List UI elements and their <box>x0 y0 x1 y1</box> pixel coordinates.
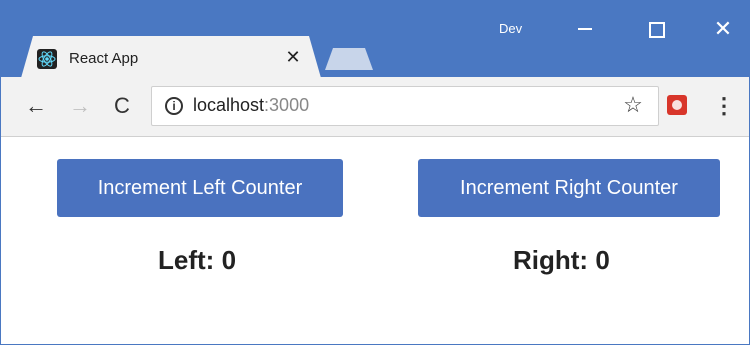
menu-icon[interactable]: ⋮ <box>713 93 735 119</box>
extension-icon[interactable] <box>667 95 687 115</box>
info-icon[interactable]: i <box>165 97 183 115</box>
tab-react-app[interactable] <box>21 36 321 78</box>
close-window-button[interactable]: ✕ <box>705 13 741 45</box>
left-counter-label: Left: <box>158 245 215 275</box>
maximize-button[interactable] <box>637 13 673 45</box>
minimize-button[interactable] <box>567 13 603 45</box>
tab-close-icon[interactable]: ✕ <box>283 46 303 68</box>
star-icon[interactable]: ☆ <box>621 93 645 117</box>
increment-right-counter-button[interactable]: Increment Right Counter <box>418 159 720 217</box>
left-counter-value: 0 <box>221 245 237 275</box>
url-text[interactable]: localhost:3000 <box>193 95 309 116</box>
right-counter: Right: 0 <box>513 245 610 276</box>
forward-arrow-icon[interactable]: → <box>65 91 95 121</box>
url-port: :3000 <box>264 95 310 115</box>
left-counter: Left: 0 <box>158 245 236 276</box>
right-counter-label: Right: <box>513 245 589 275</box>
increment-left-counter-button[interactable]: Increment Left Counter <box>57 159 343 217</box>
react-icon <box>37 49 57 69</box>
browser-window: Dev ✕ React App ✕ ← → C i localhost:3000… <box>0 0 750 345</box>
right-counter-value: 0 <box>595 245 610 275</box>
profile-label[interactable]: Dev <box>499 21 522 36</box>
url-host: localhost <box>193 95 265 115</box>
reload-icon[interactable]: C <box>107 91 137 121</box>
new-tab-button[interactable] <box>325 48 373 70</box>
tab-title: React App <box>69 50 139 67</box>
back-arrow-icon[interactable]: ← <box>21 91 51 121</box>
